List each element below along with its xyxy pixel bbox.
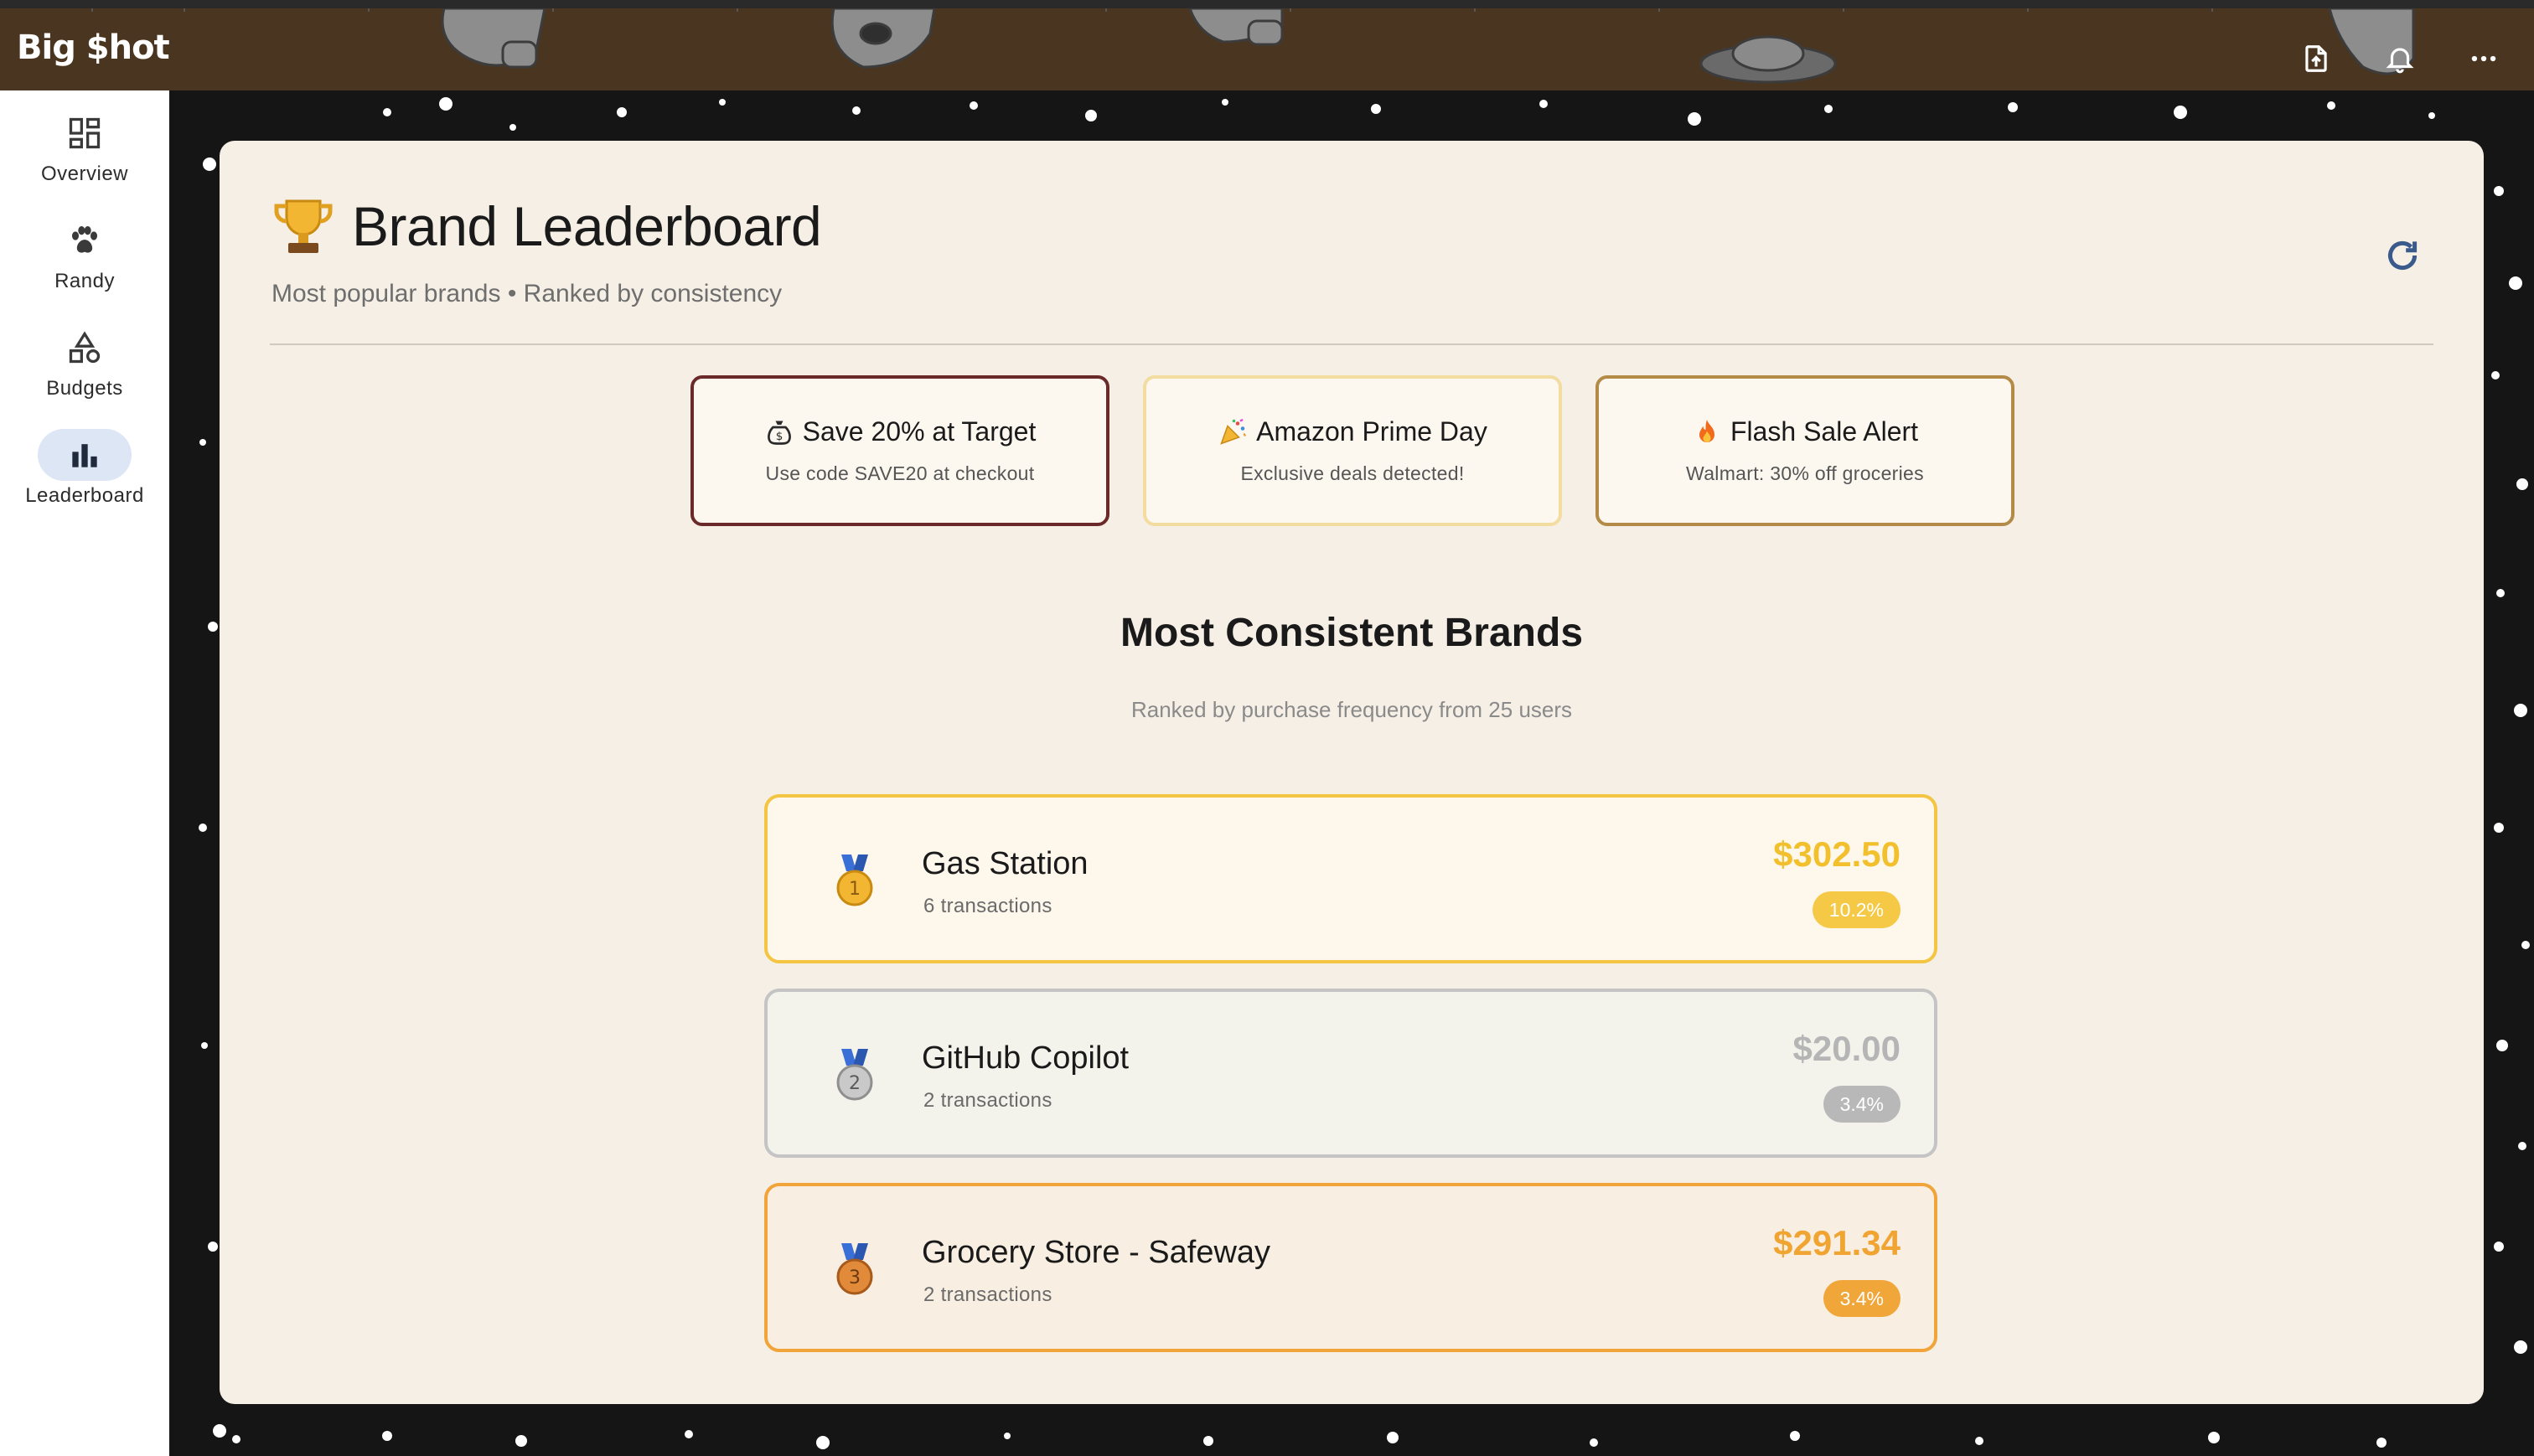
- fire-icon: [1699, 419, 1714, 442]
- svg-text:1: 1: [849, 879, 861, 900]
- page-subtitle: Most popular brands • Ranked by consiste…: [272, 280, 783, 307]
- share-badge: 3.4%: [1823, 1280, 1900, 1317]
- promo-card-flash-sale[interactable]: Flash Sale Alert Walmart: 30% off grocer…: [1595, 375, 2014, 526]
- nav-label-budgets: Budgets: [46, 377, 123, 400]
- money-bag-icon: $: [767, 421, 791, 445]
- transaction-count: 2 transactions: [923, 1283, 1052, 1306]
- svg-text:3: 3: [849, 1268, 861, 1288]
- shapes-icon: [69, 331, 101, 364]
- brand-amount: $20.00: [1792, 1029, 1900, 1068]
- gold-medal-icon: 1: [836, 854, 873, 906]
- nav-item-leaderboard[interactable]: Leaderboard: [0, 429, 169, 529]
- notifications-button[interactable]: [2375, 34, 2425, 84]
- nav-label-randy: Randy: [54, 270, 115, 292]
- share-badge: 3.4%: [1823, 1086, 1900, 1123]
- brand-name: Grocery Store - Safeway: [922, 1235, 1271, 1270]
- nav-item-budgets[interactable]: Budgets: [0, 322, 169, 422]
- transaction-count: 2 transactions: [923, 1089, 1052, 1112]
- share-badge: 10.2%: [1812, 891, 1900, 928]
- svg-text:$: $: [775, 430, 783, 443]
- svg-text:2: 2: [849, 1073, 861, 1094]
- section-title: Most Consistent Brands: [1120, 611, 1584, 655]
- more-options-button[interactable]: [2459, 34, 2509, 84]
- promo-title: Flash Sale Alert: [1730, 416, 1919, 447]
- brand-amount: $291.34: [1773, 1223, 1900, 1262]
- transaction-count: 6 transactions: [923, 895, 1052, 917]
- refresh-icon[interactable]: [2381, 235, 2423, 276]
- page-header: Brand Leaderboard: [270, 193, 822, 260]
- navigation-rail: Overview Randy Budgets Leaderboard: [0, 90, 169, 1456]
- leaderboard-row[interactable]: 1 Gas Station 6 transactions $302.50 10.…: [764, 794, 1937, 963]
- leaderboard-card: Brand Leaderboard Most popular brands • …: [220, 141, 2484, 1404]
- nav-label-overview: Overview: [40, 163, 129, 185]
- bell-icon: [2386, 48, 2414, 74]
- nav-label-leaderboard: Leaderboard: [25, 484, 144, 507]
- leaderboard-row[interactable]: 2 GitHub Copilot 2 transactions $20.00 3…: [764, 989, 1937, 1158]
- paw-icon: [71, 225, 98, 253]
- brand-name: GitHub Copilot: [922, 1040, 1130, 1076]
- active-indicator: [38, 429, 132, 481]
- bar-chart-icon: [72, 444, 97, 467]
- party-popper-icon: [1220, 418, 1247, 445]
- nav-item-overview[interactable]: Overview: [0, 107, 169, 208]
- section-subtitle: Ranked by purchase frequency from 25 use…: [1130, 697, 1573, 722]
- header-divider: [270, 343, 2433, 345]
- top-app-bar: Big $hot: [0, 0, 2534, 90]
- page-title: Brand Leaderboard: [352, 195, 822, 257]
- promo-card-target[interactable]: $ Save 20% at Target Use code SAVE20 at …: [690, 375, 1109, 526]
- promo-subtitle: Exclusive deals detected!: [1240, 462, 1465, 484]
- promo-title: Amazon Prime Day: [1256, 416, 1487, 447]
- leaderboard-row[interactable]: 3 Grocery Store - Safeway 2 transactions…: [764, 1183, 1937, 1352]
- brand-name: Gas Station: [922, 846, 1089, 881]
- more-horizontal-icon: [2471, 55, 2496, 62]
- export-button[interactable]: [2291, 34, 2341, 84]
- promo-title: Save 20% at Target: [802, 416, 1037, 447]
- bronze-medal-icon: 3: [836, 1243, 873, 1295]
- nav-item-randy[interactable]: Randy: [0, 214, 169, 315]
- silver-medal-icon: 2: [836, 1049, 873, 1101]
- brand-amount: $302.50: [1773, 834, 1900, 874]
- app-title: Big $hot: [17, 28, 170, 67]
- promo-subtitle: Use code SAVE20 at checkout: [765, 462, 1035, 484]
- astronaut-pattern-decoration: [91, 8, 2415, 84]
- promo-subtitle: Walmart: 30% off groceries: [1686, 462, 1924, 484]
- trophy-icon: [274, 199, 333, 253]
- export-icon: [2305, 45, 2327, 72]
- dashboard-icon: [69, 117, 101, 149]
- promo-card-amazon[interactable]: Amazon Prime Day Exclusive deals detecte…: [1143, 375, 1562, 526]
